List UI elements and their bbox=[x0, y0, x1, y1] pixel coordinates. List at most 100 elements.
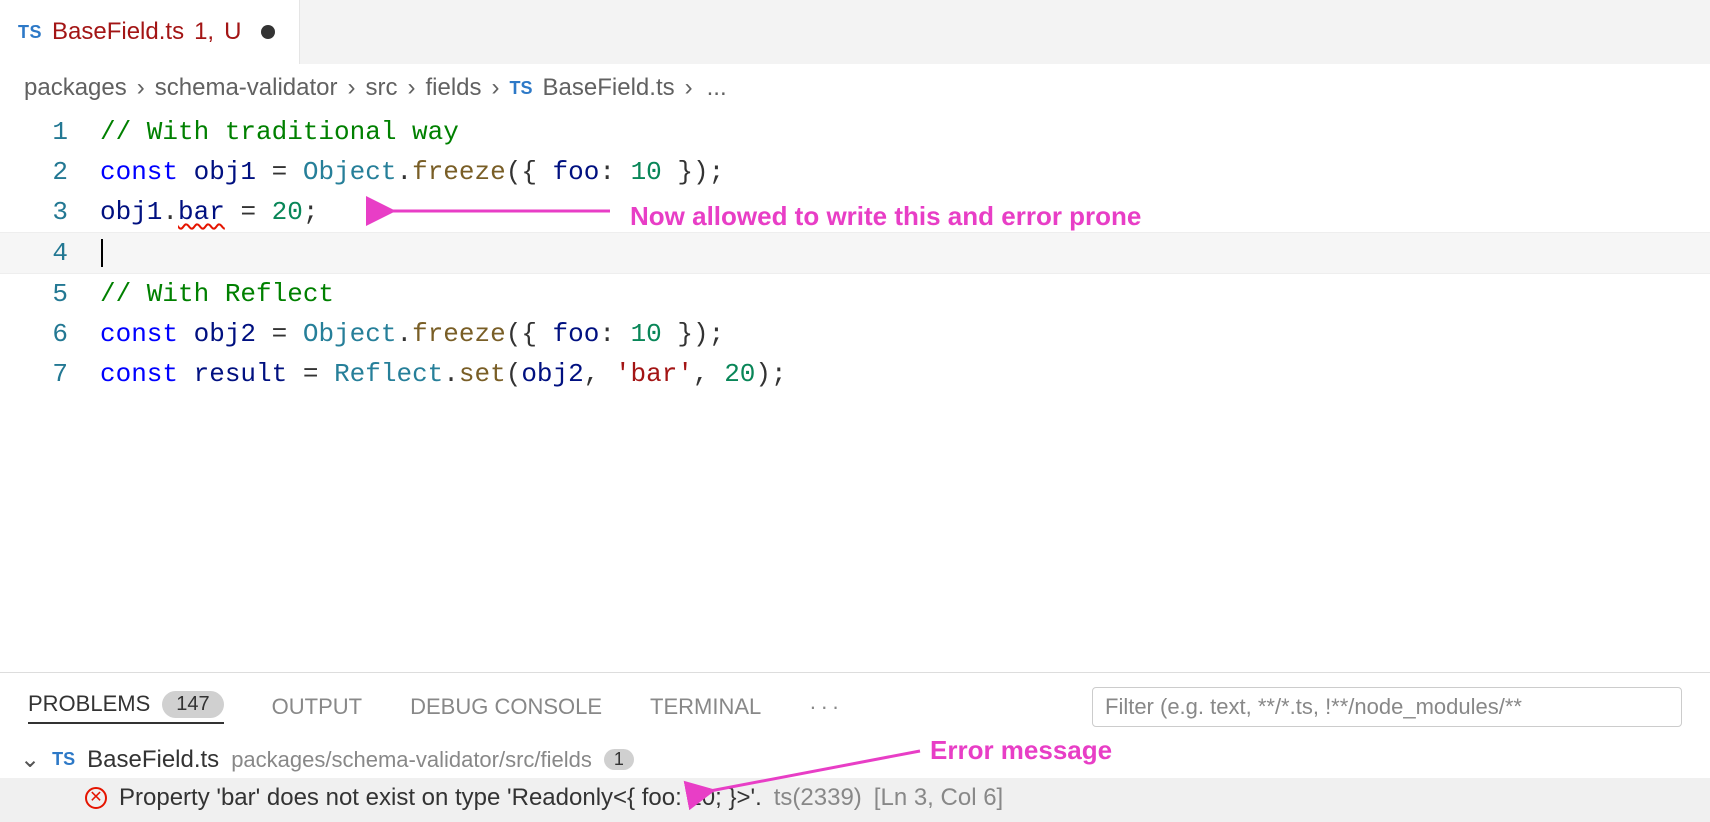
breadcrumb-segment[interactable]: packages bbox=[24, 74, 127, 102]
code-token: = bbox=[225, 197, 272, 227]
code-token: 10 bbox=[631, 319, 662, 349]
code-token: foo bbox=[553, 319, 600, 349]
code-token: , bbox=[693, 359, 724, 389]
tab-git-status: U bbox=[224, 18, 241, 46]
code-token: }); bbox=[662, 157, 724, 187]
code-token: obj2 bbox=[194, 319, 256, 349]
code-token: const bbox=[100, 359, 194, 389]
code-token: const bbox=[100, 157, 194, 187]
code-token: . bbox=[443, 359, 459, 389]
panel-tabbar: PROBLEMS 147 OUTPUT DEBUG CONSOLE TERMIN… bbox=[0, 673, 1710, 741]
code-line[interactable]: 3 obj1.bar = 20; bbox=[0, 192, 1710, 232]
code-token: 20 bbox=[272, 197, 303, 227]
code-line[interactable]: 4 bbox=[0, 232, 1710, 274]
code-token: 10 bbox=[631, 157, 662, 187]
tab-label: TERMINAL bbox=[650, 694, 761, 720]
text-cursor bbox=[101, 239, 103, 267]
problem-code: ts(2339) bbox=[774, 784, 862, 812]
breadcrumb[interactable]: packages › schema-validator › src › fiel… bbox=[0, 64, 1710, 112]
code-token: ( bbox=[506, 359, 522, 389]
problem-location: [Ln 3, Col 6] bbox=[874, 784, 1003, 812]
code-token: ); bbox=[755, 359, 786, 389]
bottom-panel: PROBLEMS 147 OUTPUT DEBUG CONSOLE TERMIN… bbox=[0, 672, 1710, 822]
breadcrumb-ellipsis[interactable]: ... bbox=[707, 74, 727, 102]
code-token: = bbox=[256, 157, 303, 187]
line-number: 4 bbox=[0, 233, 100, 273]
problem-group-file: BaseField.ts bbox=[87, 746, 219, 774]
more-tabs-icon[interactable]: ··· bbox=[809, 694, 843, 720]
code-token: Object bbox=[303, 319, 397, 349]
code-token: foo bbox=[553, 157, 600, 187]
line-number: 1 bbox=[0, 112, 100, 152]
problem-group-count: 1 bbox=[604, 749, 634, 770]
tab-output[interactable]: OUTPUT bbox=[272, 694, 362, 720]
code-line[interactable]: 6 const obj2 = Object.freeze({ foo: 10 }… bbox=[0, 314, 1710, 354]
code-token: result bbox=[194, 359, 288, 389]
code-token: freeze bbox=[412, 157, 506, 187]
problem-item[interactable]: ✕ Property 'bar' does not exist on type … bbox=[0, 778, 1710, 822]
code-line[interactable]: 5 // With Reflect bbox=[0, 274, 1710, 314]
tab-label: PROBLEMS bbox=[28, 691, 150, 717]
dirty-indicator-icon[interactable] bbox=[261, 25, 275, 39]
line-number: 7 bbox=[0, 354, 100, 394]
problem-message: Property 'bar' does not exist on type 'R… bbox=[119, 784, 762, 812]
line-number: 2 bbox=[0, 152, 100, 192]
code-line[interactable]: 1 // With traditional way bbox=[0, 112, 1710, 152]
tab-problem-count: 1, bbox=[194, 18, 214, 46]
code-token: obj1 bbox=[194, 157, 256, 187]
chevron-right-icon: › bbox=[137, 74, 145, 102]
tab-filename: BaseField.ts bbox=[52, 18, 184, 46]
code-token: obj2 bbox=[521, 359, 583, 389]
code-token: . bbox=[396, 319, 412, 349]
code-token: = bbox=[287, 359, 334, 389]
breadcrumb-file[interactable]: BaseField.ts bbox=[543, 74, 675, 102]
editor-tab[interactable]: TS BaseField.ts 1, U bbox=[0, 0, 300, 64]
tab-label: DEBUG CONSOLE bbox=[410, 694, 602, 720]
code-token: . bbox=[396, 157, 412, 187]
code-token: ({ bbox=[506, 319, 553, 349]
tab-problems[interactable]: PROBLEMS 147 bbox=[28, 691, 224, 724]
chevron-right-icon: › bbox=[348, 74, 356, 102]
code-token: = bbox=[256, 319, 303, 349]
error-icon: ✕ bbox=[85, 787, 107, 809]
breadcrumb-segment[interactable]: fields bbox=[426, 74, 482, 102]
tab-bar: TS BaseField.ts 1, U bbox=[0, 0, 1710, 64]
code-token: obj1 bbox=[100, 197, 162, 227]
problems-filter-input[interactable]: Filter (e.g. text, **/*.ts, !**/node_mod… bbox=[1092, 687, 1682, 727]
code-error-token[interactable]: bar bbox=[178, 197, 225, 227]
breadcrumb-segment[interactable]: src bbox=[366, 74, 398, 102]
code-line[interactable]: 2 const obj1 = Object.freeze({ foo: 10 }… bbox=[0, 152, 1710, 192]
problem-file-group[interactable]: ⌄ TS BaseField.ts packages/schema-valida… bbox=[0, 741, 1710, 778]
code-token: : bbox=[599, 157, 630, 187]
chevron-right-icon: › bbox=[685, 74, 693, 102]
chevron-down-icon[interactable]: ⌄ bbox=[20, 745, 40, 774]
chevron-right-icon: › bbox=[408, 74, 416, 102]
line-number: 5 bbox=[0, 274, 100, 314]
code-token: Object bbox=[303, 157, 397, 187]
problems-count-badge: 147 bbox=[162, 691, 223, 718]
code-token: freeze bbox=[412, 319, 506, 349]
line-number: 6 bbox=[0, 314, 100, 354]
typescript-icon: TS bbox=[52, 749, 75, 770]
line-number: 3 bbox=[0, 192, 100, 232]
tab-terminal[interactable]: TERMINAL bbox=[650, 694, 761, 720]
code-token-comment: // With traditional way bbox=[100, 117, 459, 147]
code-editor[interactable]: 1 // With traditional way 2 const obj1 =… bbox=[0, 112, 1710, 394]
code-token: ({ bbox=[506, 157, 553, 187]
code-token: . bbox=[162, 197, 178, 227]
code-token: const bbox=[100, 319, 194, 349]
code-token: ; bbox=[303, 197, 319, 227]
tab-label: OUTPUT bbox=[272, 694, 362, 720]
code-line[interactable]: 7 const result = Reflect.set(obj2, 'bar'… bbox=[0, 354, 1710, 394]
code-token: Reflect bbox=[334, 359, 443, 389]
code-token: : bbox=[599, 319, 630, 349]
problem-group-path: packages/schema-validator/src/fields bbox=[231, 747, 592, 773]
tab-debug-console[interactable]: DEBUG CONSOLE bbox=[410, 694, 602, 720]
breadcrumb-segment[interactable]: schema-validator bbox=[155, 74, 338, 102]
typescript-icon: TS bbox=[510, 78, 533, 99]
typescript-icon: TS bbox=[18, 22, 42, 43]
code-token: }); bbox=[662, 319, 724, 349]
code-token: 20 bbox=[724, 359, 755, 389]
chevron-right-icon: › bbox=[492, 74, 500, 102]
code-token: set bbox=[459, 359, 506, 389]
